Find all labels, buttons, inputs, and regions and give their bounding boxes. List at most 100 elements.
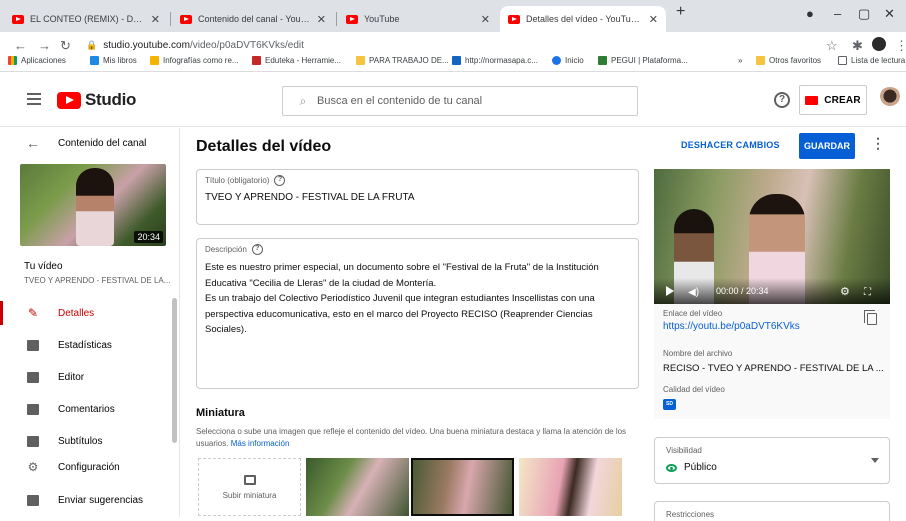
close-tab-icon[interactable]: ✕ xyxy=(317,13,326,26)
tab-label: YouTube xyxy=(364,14,400,24)
chevron-down-icon xyxy=(871,458,879,463)
search-placeholder: Busca en el contenido de tu canal xyxy=(317,95,483,107)
url-host: studio.youtube.com xyxy=(103,40,190,51)
youtube-favicon-icon xyxy=(180,14,192,24)
visibility-label: Visibilidad xyxy=(666,446,702,455)
description-textarea[interactable]: Este es nuestro primer especial, un docu… xyxy=(205,260,633,338)
player-controls: ◀) 00:00 / 20:34 ⚙ ⛶ xyxy=(654,278,890,304)
search-input[interactable]: ⌕ Busca en el contenido de tu canal xyxy=(282,86,638,116)
bookmark-item[interactable]: Otros favoritos xyxy=(756,56,821,65)
sidebar-scrollbar[interactable] xyxy=(172,298,177,443)
youtube-favicon-icon xyxy=(508,14,520,24)
play-icon[interactable] xyxy=(666,286,674,296)
close-tab-icon[interactable]: ✕ xyxy=(481,13,490,26)
sidebar-item-feedback[interactable]: Enviar sugerencias xyxy=(0,484,174,516)
bookmark-label: PARA TRABAJO DE... xyxy=(369,56,449,65)
title-input[interactable]: TVEO Y APRENDO - FESTIVAL DE LA FRUTA xyxy=(205,192,415,203)
bookmark-item[interactable]: Inicio xyxy=(552,56,584,65)
bookmark-label: Lista de lectura xyxy=(851,56,906,65)
bookmark-label: PEGUI | Plataforma... xyxy=(611,56,688,65)
bookmark-item[interactable]: PEGUI | Plataforma... xyxy=(598,56,688,65)
create-button[interactable]: CREAR xyxy=(799,85,867,115)
video-link[interactable]: https://youtu.be/p0aDVT6KVks xyxy=(663,321,800,332)
feedback-icon xyxy=(26,493,40,507)
thumbnail-option-3[interactable] xyxy=(519,458,622,516)
more-options-icon[interactable]: ⋮ xyxy=(871,135,885,152)
help-circle-icon[interactable]: ? xyxy=(251,244,263,255)
copy-icon[interactable] xyxy=(864,310,877,325)
label-text: Descripción xyxy=(205,245,247,254)
bookmark-item[interactable]: Lista de lectura xyxy=(838,56,905,65)
sidebar-item-analytics[interactable]: Estadísticas xyxy=(0,329,174,361)
sidebar-item-details[interactable]: ✎ Detalles xyxy=(0,297,174,329)
file-name-label: Nombre del archivo xyxy=(663,349,733,358)
create-video-icon xyxy=(805,95,819,105)
visibility-select[interactable]: Visibilidad Público xyxy=(654,437,890,484)
hamburger-menu-icon[interactable] xyxy=(27,93,41,105)
close-tab-icon[interactable]: ✕ xyxy=(649,13,658,26)
studio-logo[interactable]: Studio xyxy=(57,90,136,110)
profile-dot-icon[interactable]: ● xyxy=(806,6,814,21)
eye-icon xyxy=(666,464,677,472)
restrictions-field[interactable]: Restricciones xyxy=(654,501,890,521)
thumbnail-option-1[interactable] xyxy=(306,458,409,516)
title-field[interactable]: Título (obligatorio) ? TVEO Y APRENDO - … xyxy=(196,169,639,225)
page-title: Detalles del vídeo xyxy=(196,138,332,155)
site-favicon-icon xyxy=(252,56,261,65)
minimize-icon[interactable]: – xyxy=(834,6,841,21)
title-field-label: Título (obligatorio) ? xyxy=(205,175,286,186)
player-time: 00:00 / 20:34 xyxy=(716,286,769,296)
file-name-value: RECISO - TVEO Y APRENDO - FESTIVAL DE LA… xyxy=(663,363,884,374)
bookmark-label: http://normasapa.c... xyxy=(465,56,538,65)
forward-arrow-icon[interactable]: → xyxy=(38,38,51,53)
thumbnail-option-2[interactable] xyxy=(411,458,514,516)
account-avatar[interactable] xyxy=(877,87,903,113)
browser-tab-1[interactable]: EL CONTEO (REMIX) - DANDY BI ✕ xyxy=(4,6,168,32)
quality-badge: SD xyxy=(663,399,676,410)
description-field[interactable]: Descripción ? Este es nuestro primer esp… xyxy=(196,238,639,389)
bookmark-item[interactable]: Mis libros xyxy=(90,56,137,65)
browser-tab-active[interactable]: Detalles del vídeo - YouTube Stu ✕ xyxy=(500,6,666,32)
your-video-label: Tu vídeo xyxy=(24,261,63,272)
bookmark-item[interactable]: http://normasapa.c... xyxy=(452,56,538,65)
save-button[interactable]: GUARDAR xyxy=(799,133,855,159)
volume-icon[interactable]: ◀) xyxy=(688,287,699,298)
close-window-icon[interactable]: ✕ xyxy=(884,6,895,22)
back-arrow-icon[interactable]: ← xyxy=(14,38,27,53)
fullscreen-icon[interactable]: ⛶ xyxy=(864,287,871,298)
sidebar-item-settings[interactable]: ⚙ Configuración xyxy=(0,451,174,483)
comments-icon xyxy=(26,402,40,416)
video-thumbnail[interactable]: 20:34 xyxy=(20,164,166,246)
bookmark-item[interactable]: PARA TRABAJO DE... xyxy=(356,56,449,65)
close-tab-icon[interactable]: ✕ xyxy=(151,13,160,26)
sidebar-item-editor[interactable]: Editor xyxy=(0,361,174,393)
upload-thumbnail-button[interactable]: Subir miniatura xyxy=(198,458,301,516)
bookmark-item[interactable]: Aplicaciones xyxy=(8,56,66,65)
profile-avatar[interactable] xyxy=(872,37,886,51)
help-icon[interactable]: ? xyxy=(774,92,790,108)
youtube-favicon-icon xyxy=(12,14,24,24)
bookmarks-overflow-button[interactable]: » xyxy=(738,56,742,65)
help-circle-icon[interactable]: ? xyxy=(274,175,286,186)
sidebar-item-comments[interactable]: Comentarios xyxy=(0,393,174,425)
more-info-link[interactable]: Más información xyxy=(231,439,290,448)
video-preview-player[interactable]: ◀) 00:00 / 20:34 ⚙ ⛶ xyxy=(654,169,890,304)
analytics-icon xyxy=(26,338,40,352)
sidebar-item-label: Editor xyxy=(58,371,85,383)
bookmark-item[interactable]: Infografías como re... xyxy=(150,56,239,65)
site-favicon-icon xyxy=(552,56,561,65)
maximize-icon[interactable]: ▢ xyxy=(858,6,870,22)
browser-tab-3[interactable]: YouTube ✕ xyxy=(338,6,498,32)
lock-icon: 🔒 xyxy=(86,40,98,50)
video-duration: 20:34 xyxy=(134,231,163,243)
video-quality-label: Calidad del vídeo xyxy=(663,385,725,394)
bookmark-item[interactable]: Eduteka - Herramie... xyxy=(252,56,341,65)
back-to-content-link[interactable]: ← Contenido del canal xyxy=(0,128,180,158)
settings-gear-icon[interactable]: ⚙ xyxy=(840,285,850,298)
undo-changes-button[interactable]: DESHACER CAMBIOS xyxy=(681,140,780,150)
new-tab-button[interactable]: + xyxy=(676,3,685,21)
browser-tab-2[interactable]: Contenido del canal - YouTube S ✕ xyxy=(172,6,334,32)
browser-tab-strip: EL CONTEO (REMIX) - DANDY BI ✕ Contenido… xyxy=(0,0,906,32)
description-field-label: Descripción ? xyxy=(205,244,263,255)
subtitles-icon xyxy=(26,434,40,448)
